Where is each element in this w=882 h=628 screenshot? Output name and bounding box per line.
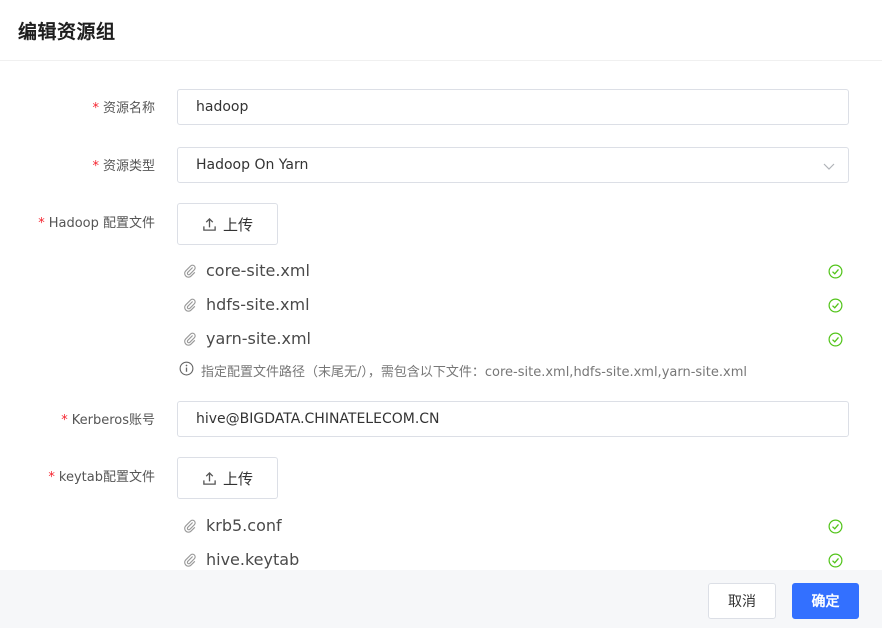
file-name: core-site.xml (206, 261, 310, 280)
required-mark: * (38, 216, 45, 231)
required-mark: * (48, 470, 55, 485)
chevron-down-icon (823, 163, 835, 170)
paperclip-icon (184, 553, 196, 567)
confirm-button[interactable]: 确定 (792, 583, 859, 619)
upload-icon (203, 471, 216, 485)
required-mark: * (92, 159, 99, 174)
edit-resource-group-dialog: 编辑资源组 * 资源名称 hadoop * 资源类型 Hadoop On Yarn … (0, 0, 882, 628)
kerberos-label: * Kerberos账号 (61, 413, 155, 428)
paperclip-icon (184, 298, 196, 312)
check-circle-icon (828, 553, 843, 568)
resource-type-select[interactable]: Hadoop On Yarn (177, 147, 849, 183)
required-mark: * (92, 101, 99, 116)
file-name: krb5.conf (206, 516, 282, 535)
keytab-upload-button[interactable]: 上传 (177, 457, 278, 499)
paperclip-icon (184, 332, 196, 346)
file-item[interactable]: core-site.xml (177, 256, 849, 286)
file-name: hdfs-site.xml (206, 295, 310, 314)
upload-label: 上传 (222, 215, 253, 234)
resource-type-label: * 资源类型 (92, 159, 155, 174)
keytab-config-label: * keytab配置文件 (48, 470, 155, 485)
check-circle-icon (828, 332, 843, 347)
resource-type-value: Hadoop On Yarn (196, 157, 309, 173)
required-mark: * (61, 413, 68, 428)
check-circle-icon (828, 264, 843, 279)
kerberos-input[interactable]: hive@BIGDATA.CHINATELECOM.CN (177, 401, 849, 437)
paperclip-icon (184, 519, 196, 533)
hint-text: 指定配置文件路径（末尾无/），需包含以下文件：core-site.xml,hdf… (201, 365, 747, 380)
info-circle-icon (179, 361, 194, 376)
file-item[interactable]: hdfs-site.xml (177, 290, 849, 320)
kerberos-value: hive@BIGDATA.CHINATELECOM.CN (196, 411, 440, 427)
paperclip-icon (184, 264, 196, 278)
file-item[interactable]: krb5.conf (177, 511, 849, 541)
resource-name-label: * 资源名称 (92, 101, 155, 116)
check-circle-icon (828, 519, 843, 534)
dialog-title: 编辑资源组 (18, 21, 116, 43)
upload-icon (203, 217, 216, 231)
upload-label: 上传 (222, 469, 253, 488)
resource-name-value: hadoop (196, 99, 249, 115)
cancel-button[interactable]: 取消 (708, 583, 776, 619)
resource-name-input[interactable]: hadoop (177, 89, 849, 125)
hadoop-upload-button[interactable]: 上传 (177, 203, 278, 245)
file-name: hive.keytab (206, 550, 300, 569)
hadoop-config-label: * Hadoop 配置文件 (38, 216, 155, 231)
dialog-body: * 资源名称 hadoop * 资源类型 Hadoop On Yarn * Hadoo… (0, 61, 882, 570)
file-item[interactable]: yarn-site.xml (177, 324, 849, 354)
check-circle-icon (828, 298, 843, 313)
dialog-footer: 取消 确定 (0, 570, 882, 628)
file-item[interactable]: hive.keytab (177, 545, 849, 570)
file-name: yarn-site.xml (206, 329, 311, 348)
dialog-header: 编辑资源组 (0, 0, 882, 61)
